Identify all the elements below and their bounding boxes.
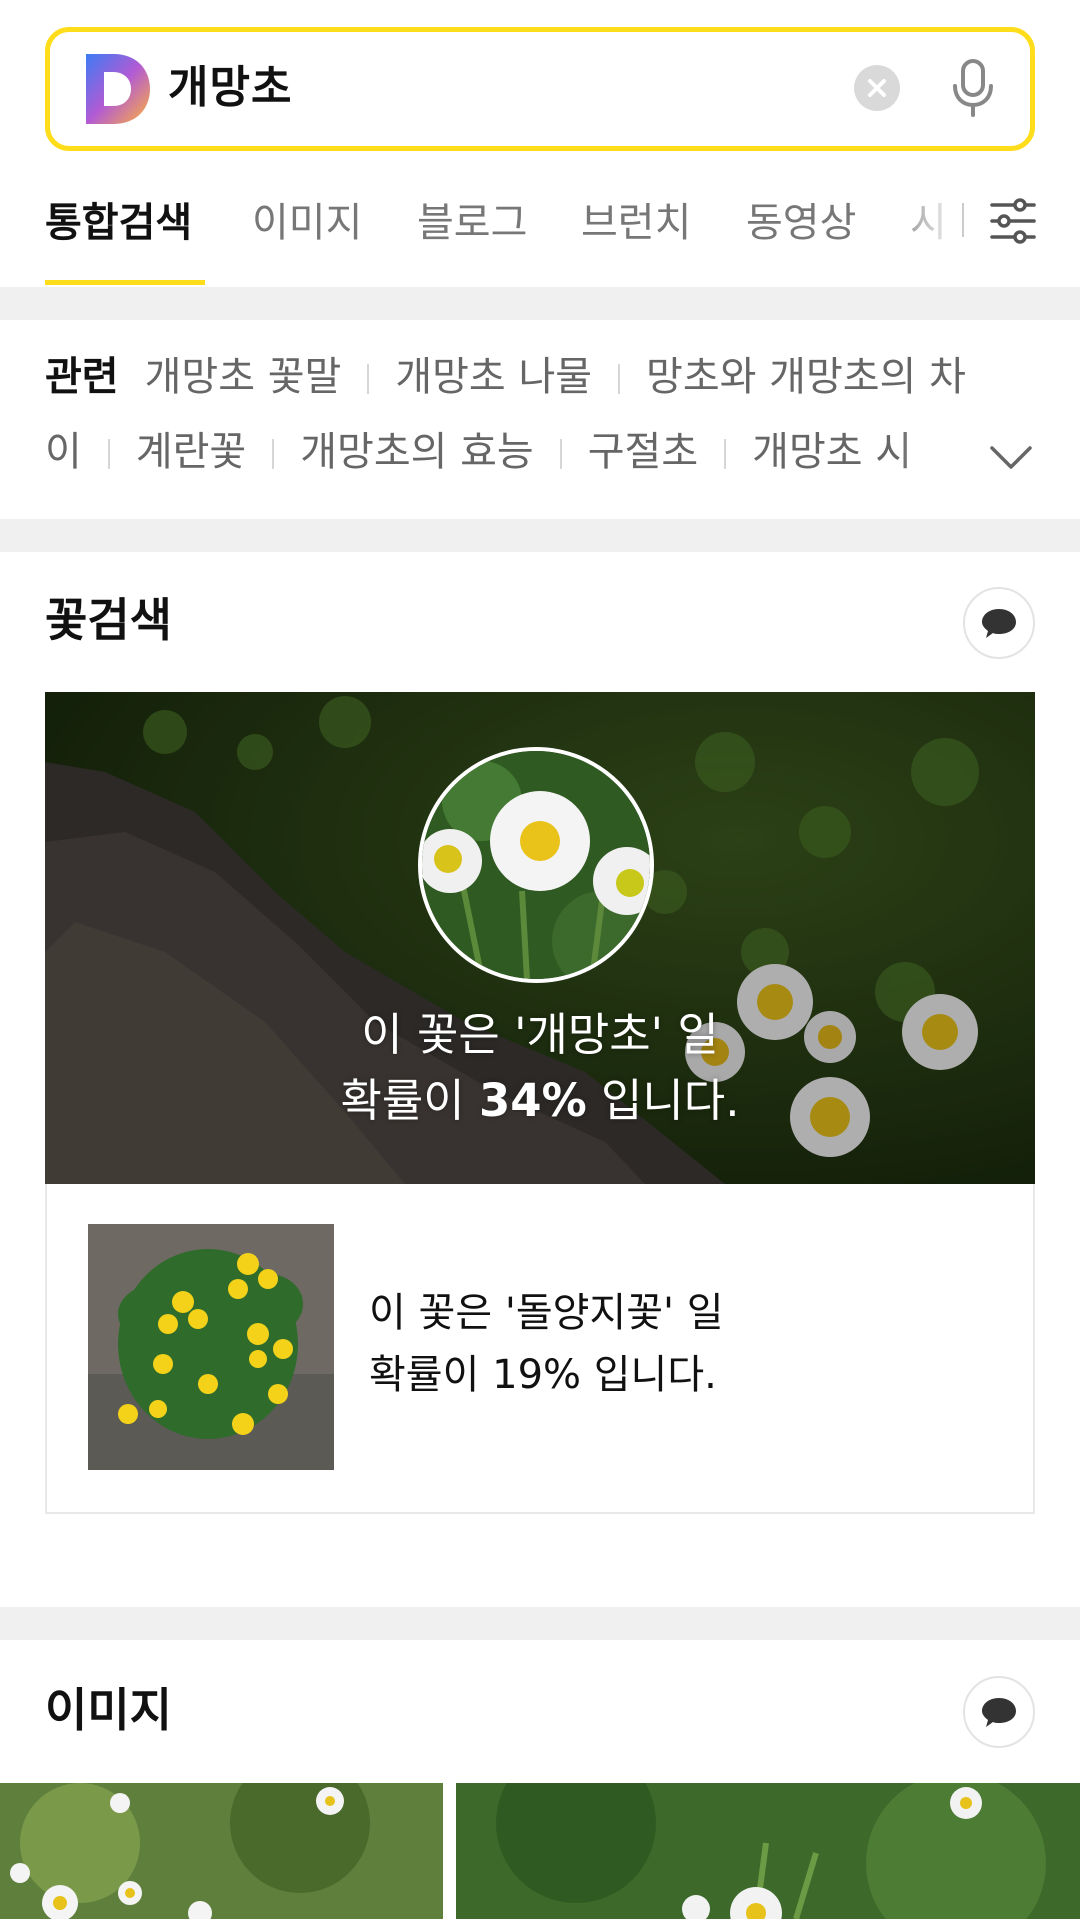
related-label: 관련 bbox=[45, 354, 119, 400]
probability-prefix: 확률이 bbox=[340, 1074, 479, 1127]
probability-suffix: 입니다. bbox=[586, 1074, 740, 1127]
section-divider bbox=[0, 287, 1080, 320]
daisy-field-image bbox=[0, 1783, 443, 1919]
clear-icon bbox=[868, 79, 886, 97]
tab-integrated[interactable]: 통합검색 bbox=[45, 195, 192, 251]
related-item[interactable]: 개망초 시 bbox=[752, 429, 912, 475]
second-result-text: 이 꽃은 '돌양지꽃' 일 확률이 19% 입니다. bbox=[369, 1282, 724, 1406]
tab-video[interactable]: 동영상 bbox=[746, 195, 856, 251]
second-result-line2: 확률이 19% 입니다. bbox=[369, 1352, 717, 1398]
image-result-1[interactable] bbox=[0, 1783, 443, 1919]
section-divider bbox=[0, 519, 1080, 552]
chat-bubble-icon bbox=[982, 609, 1016, 638]
image-result-2[interactable] bbox=[456, 1783, 1080, 1919]
chevron-down-icon[interactable] bbox=[988, 440, 1034, 474]
second-result-line1: 이 꽃은 '돌양지꽃' 일 bbox=[369, 1290, 724, 1336]
separator bbox=[107, 439, 110, 469]
d-logo-icon bbox=[86, 54, 150, 124]
top-result-text: 이 꽃은 '개망초' 일 확률이 34% 입니다. bbox=[45, 1002, 1035, 1134]
related-item[interactable]: 개망초의 효능 bbox=[300, 429, 534, 475]
feedback-button[interactable] bbox=[963, 1676, 1035, 1748]
clear-button[interactable] bbox=[854, 65, 900, 111]
daisy-closeup-image bbox=[422, 751, 650, 979]
tab-divider bbox=[962, 203, 964, 237]
related-item[interactable]: 개망초 나물 bbox=[395, 354, 592, 400]
cinquefoil-image bbox=[88, 1224, 334, 1470]
top-result-line1: 이 꽃은 '개망초' 일 bbox=[361, 1008, 719, 1061]
separator bbox=[367, 364, 370, 394]
top-result-line2: 확률이 34% 입니다. bbox=[45, 1068, 1035, 1134]
related-item[interactable]: 망초와 개망초의 차 bbox=[646, 354, 966, 400]
related-searches-row-2: 이 계란꽃 개망초의 효능 구절초 개망초 시 bbox=[45, 424, 912, 480]
filter-icon[interactable] bbox=[990, 196, 1036, 246]
section-divider bbox=[0, 1607, 1080, 1640]
separator bbox=[724, 439, 727, 469]
search-input[interactable]: 개망초 bbox=[168, 58, 292, 118]
tab-brunch[interactable]: 브런치 bbox=[581, 195, 691, 251]
second-result-thumbnail[interactable] bbox=[88, 1224, 334, 1470]
flower-hero-image[interactable]: 이 꽃은 '개망초' 일 확률이 34% 입니다. bbox=[45, 692, 1035, 1184]
mic-icon[interactable] bbox=[950, 58, 996, 118]
flower-search-title: 꽃검색 bbox=[45, 593, 172, 647]
tab-fade bbox=[900, 190, 960, 260]
feedback-button[interactable] bbox=[963, 587, 1035, 659]
separator bbox=[272, 439, 275, 469]
flower-closeup-circle bbox=[418, 747, 654, 983]
active-tab-underline bbox=[45, 280, 205, 285]
images-section-title: 이미지 bbox=[45, 1683, 172, 1737]
chat-bubble-icon bbox=[982, 1698, 1016, 1727]
search-bar[interactable]: 개망초 bbox=[45, 27, 1035, 151]
second-result-card[interactable]: 이 꽃은 '돌양지꽃' 일 확률이 19% 입니다. bbox=[45, 1184, 1035, 1514]
related-item[interactable]: 개망초 꽃말 bbox=[145, 354, 342, 400]
daisy-closeup-image-2 bbox=[456, 1783, 1080, 1919]
separator bbox=[618, 364, 621, 394]
tab-images[interactable]: 이미지 bbox=[252, 195, 362, 251]
top-probability: 34% bbox=[478, 1074, 587, 1127]
related-item[interactable]: 이 bbox=[45, 429, 82, 475]
tab-blog[interactable]: 블로그 bbox=[417, 195, 527, 251]
separator bbox=[559, 439, 562, 469]
related-searches-row-1: 관련 개망초 꽃말 개망초 나물 망초와 개망초의 차 bbox=[45, 349, 966, 405]
related-fade bbox=[900, 425, 980, 505]
related-item[interactable]: 계란꽃 bbox=[136, 429, 246, 475]
related-item[interactable]: 구절초 bbox=[588, 429, 698, 475]
